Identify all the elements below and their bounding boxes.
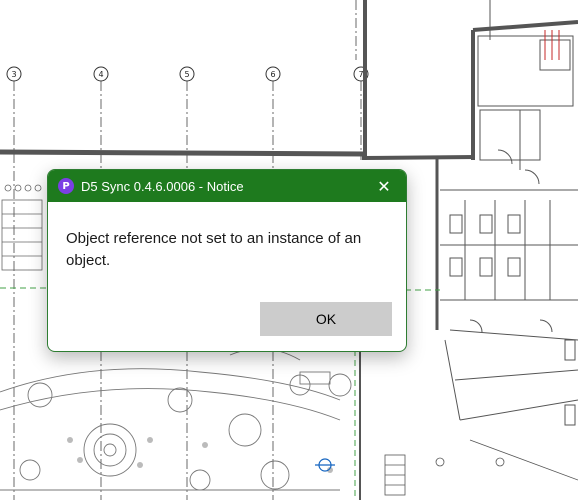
close-icon[interactable]: ✕ bbox=[362, 170, 406, 202]
grid-label-3: 3 bbox=[11, 70, 16, 79]
dialog-title: D5 Sync 0.4.6.0006 - Notice bbox=[81, 178, 244, 194]
grid-label-7: 7 bbox=[358, 70, 363, 79]
dialog-title-bar[interactable]: P D5 Sync 0.4.6.0006 - Notice ✕ bbox=[48, 170, 406, 202]
grid-label-6: 6 bbox=[270, 70, 275, 79]
dialog-message: Object reference not set to an instance … bbox=[66, 230, 362, 269]
notice-dialog: P D5 Sync 0.4.6.0006 - Notice ✕ Object r… bbox=[47, 169, 407, 352]
d5-app-icon: P bbox=[58, 178, 74, 194]
ok-button[interactable]: OK bbox=[260, 302, 392, 336]
grid-label-5: 5 bbox=[184, 70, 189, 79]
grid-label-4: 4 bbox=[98, 70, 103, 79]
